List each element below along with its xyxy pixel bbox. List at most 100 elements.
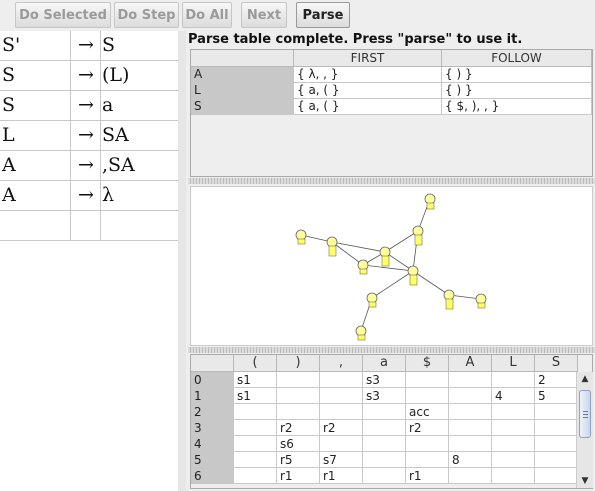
grammar-row[interactable]: L → SA (0, 121, 178, 151)
pt-cell[interactable]: s1 (234, 388, 277, 404)
pt-cell[interactable] (277, 388, 320, 404)
pt-cell[interactable]: r1 (406, 468, 449, 484)
pt-cell[interactable] (363, 452, 406, 468)
pt-cell[interactable]: acc (406, 404, 449, 420)
pt-cell[interactable]: 5 (535, 388, 578, 404)
pt-cell[interactable] (449, 420, 492, 436)
dfa-state-node[interactable] (295, 229, 307, 241)
scroll-down-icon[interactable]: ▼ (577, 474, 593, 488)
pt-cell[interactable] (363, 404, 406, 420)
pt-header-lparen[interactable]: ( (234, 355, 277, 372)
pt-cell[interactable] (535, 436, 578, 452)
ff-first-cell[interactable]: { a, ( } (294, 83, 442, 99)
pt-cell[interactable] (535, 420, 578, 436)
grammar-row[interactable]: A → λ (0, 181, 178, 211)
pt-cell[interactable] (277, 372, 320, 388)
pt-cell[interactable]: r2 (320, 420, 363, 436)
pt-cell[interactable]: r1 (320, 468, 363, 484)
dfa-state-node[interactable] (326, 236, 338, 248)
do-step-button[interactable]: Do Step (114, 2, 179, 28)
pt-cell[interactable]: s7 (320, 452, 363, 468)
pt-cell[interactable] (406, 452, 449, 468)
pt-cell[interactable]: s3 (363, 388, 406, 404)
dfa-state-node[interactable] (475, 293, 487, 305)
pt-cell[interactable] (492, 452, 535, 468)
ff-first-cell[interactable]: { a, ( } (294, 99, 442, 115)
dfa-state-node[interactable] (412, 225, 424, 237)
pt-cell[interactable] (363, 436, 406, 452)
pt-cell[interactable] (234, 468, 277, 484)
pt-cell[interactable] (535, 452, 578, 468)
pt-cell[interactable] (492, 420, 535, 436)
pt-cell[interactable] (449, 436, 492, 452)
pt-cell[interactable]: r5 (277, 452, 320, 468)
dfa-state-node[interactable] (357, 259, 369, 271)
scrollbar-thumb[interactable] (579, 390, 591, 438)
ff-follow-cell[interactable]: { $, ), , } (442, 99, 592, 115)
ff-header-follow[interactable]: FOLLOW (442, 50, 592, 67)
pt-cell[interactable] (320, 404, 363, 420)
pt-cell[interactable] (234, 420, 277, 436)
pt-cell[interactable]: r1 (277, 468, 320, 484)
dfa-state-node[interactable] (443, 289, 455, 301)
grammar-row[interactable]: S' → S (0, 31, 178, 61)
pt-cell[interactable] (363, 420, 406, 436)
pt-cell[interactable] (234, 436, 277, 452)
vertical-split-divider[interactable] (178, 31, 186, 491)
dfa-state-node[interactable] (366, 292, 378, 304)
do-selected-button[interactable]: Do Selected (15, 2, 111, 28)
pt-cell[interactable] (320, 436, 363, 452)
dfa-state-node[interactable] (407, 265, 419, 277)
pt-cell[interactable] (406, 436, 449, 452)
pt-cell[interactable] (449, 372, 492, 388)
pt-cell[interactable] (277, 404, 320, 420)
pt-header-rparen[interactable]: ) (277, 355, 320, 372)
first-follow-table[interactable]: FIRST FOLLOW A { λ, , } { ) } L { a, ( }… (190, 49, 593, 177)
next-button[interactable]: Next (241, 2, 287, 28)
pt-cell[interactable]: 2 (535, 372, 578, 388)
pt-cell[interactable] (492, 468, 535, 484)
ff-header-first[interactable]: FIRST (294, 50, 442, 67)
ff-first-cell[interactable]: { λ, , } (294, 67, 442, 83)
pt-cell[interactable] (234, 404, 277, 420)
pt-cell[interactable] (492, 372, 535, 388)
pt-header-L[interactable]: L (492, 355, 535, 372)
pt-cell[interactable]: 4 (492, 388, 535, 404)
parse-table-scrollbar[interactable]: ▲ ▼ (576, 372, 593, 488)
pt-cell[interactable] (535, 468, 578, 484)
pt-cell[interactable] (449, 468, 492, 484)
ff-follow-cell[interactable]: { ) } (442, 67, 592, 83)
pt-cell[interactable] (320, 372, 363, 388)
pt-cell[interactable] (492, 436, 535, 452)
pt-header-dollar[interactable]: $ (406, 355, 449, 372)
dfa-graph[interactable] (190, 186, 593, 346)
ff-follow-cell[interactable]: { ) } (442, 83, 592, 99)
pt-header-A[interactable]: A (449, 355, 492, 372)
parse-button[interactable]: Parse (296, 2, 350, 28)
pt-header-comma[interactable]: , (320, 355, 363, 372)
pt-header-S[interactable]: S (535, 355, 578, 372)
dfa-state-node[interactable] (424, 193, 436, 205)
scroll-up-icon[interactable]: ▲ (577, 372, 593, 386)
pt-cell[interactable]: s6 (277, 436, 320, 452)
horizontal-split-divider[interactable] (188, 178, 595, 184)
pt-cell[interactable] (234, 452, 277, 468)
pt-cell[interactable] (535, 404, 578, 420)
pt-cell[interactable]: s3 (363, 372, 406, 388)
pt-cell[interactable]: s1 (234, 372, 277, 388)
do-all-button[interactable]: Do All (182, 2, 232, 28)
pt-cell[interactable] (492, 404, 535, 420)
grammar-table[interactable]: S' → S S → (L) S → a L → SA A → ,SA A → … (0, 31, 179, 491)
grammar-row[interactable]: S → a (0, 91, 178, 121)
pt-cell[interactable] (406, 372, 449, 388)
pt-cell[interactable] (406, 388, 449, 404)
pt-header-a[interactable]: a (363, 355, 406, 372)
grammar-row-empty[interactable] (0, 211, 178, 241)
horizontal-split-divider[interactable] (188, 347, 595, 353)
pt-cell[interactable]: r2 (406, 420, 449, 436)
dfa-state-node[interactable] (379, 246, 391, 258)
pt-cell[interactable] (449, 388, 492, 404)
pt-cell[interactable] (449, 404, 492, 420)
pt-cell[interactable]: r2 (277, 420, 320, 436)
grammar-row[interactable]: A → ,SA (0, 151, 178, 181)
